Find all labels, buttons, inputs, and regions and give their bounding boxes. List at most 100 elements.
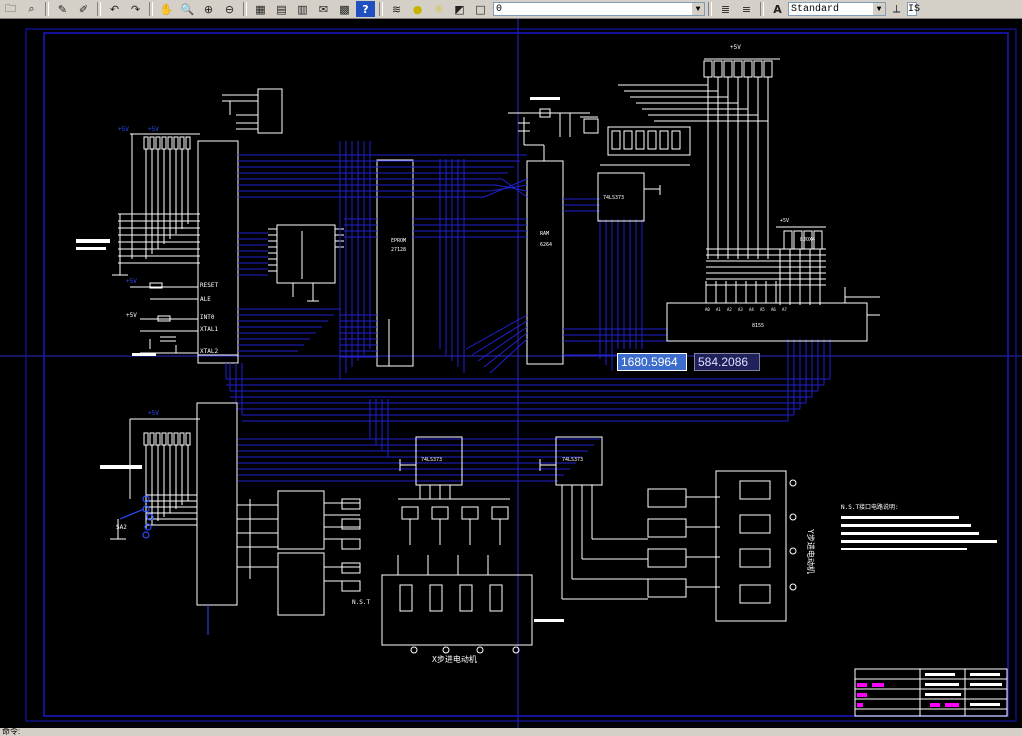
label-bar [76, 239, 110, 243]
latch-label: 74LS373 [421, 457, 442, 463]
chip-label-8155: 8155 [752, 323, 764, 329]
tool-palette-icon[interactable]: ▥ [293, 1, 312, 17]
zoom-realtime-icon[interactable]: 🔍 [178, 1, 197, 17]
layer-state-icon[interactable]: ≡ [737, 1, 756, 17]
pan-icon[interactable]: ✋ [157, 1, 176, 17]
toolbar-separator [97, 2, 101, 16]
power-label: +5V [126, 312, 137, 319]
addr-pin-label: A6 [771, 307, 776, 312]
cursor-x-readout[interactable]: 1680.5964 [617, 353, 687, 371]
chevron-down-icon[interactable]: ▼ [873, 3, 885, 15]
zoom-previous-icon[interactable]: ⊖ [220, 1, 239, 17]
text-style-value: Standard [791, 3, 840, 15]
parallel-io-chip [196, 402, 238, 606]
undo-icon[interactable]: ↶ [105, 1, 124, 17]
label-bar [530, 97, 560, 100]
zoom-window-icon[interactable]: ⊕ [199, 1, 218, 17]
latch-label: 74LS373 [562, 457, 583, 463]
addr-pin-label: A0 [705, 307, 710, 312]
schematic-drawing[interactable]: RESET ALE INT0 XTAL1 XTAL2 +5V +5V +5V +… [0, 19, 1022, 728]
cpu-pin-label: XTAL1 [200, 326, 218, 333]
eprom-label: EPROM [391, 238, 406, 244]
eraser-icon[interactable]: ✐ [74, 1, 93, 17]
inverter-chip [222, 88, 283, 134]
sa2-label: SA2 [116, 524, 127, 531]
addr-pin-label: A7 [782, 307, 787, 312]
cpu-pin-label: ALE [200, 296, 211, 303]
power-label: +5V [780, 218, 789, 224]
segment-driver-array [600, 126, 691, 166]
title-block [854, 668, 1008, 717]
ram-chip [526, 160, 564, 365]
properties-icon[interactable]: ▦ [251, 1, 270, 17]
outer-frame [25, 28, 1017, 722]
command-prompt: 命令: [2, 727, 21, 736]
label-bar [76, 247, 106, 250]
open-icon[interactable]: 🗀 [1, 1, 20, 17]
color-box-icon[interactable]: □ [471, 1, 490, 17]
y-motor-label: Y步进电动机 [806, 529, 816, 574]
layer-manager-icon[interactable]: ≋ [387, 1, 406, 17]
power-label: +5V [730, 44, 741, 51]
switch-resistor-bank [129, 418, 200, 529]
design-center-icon[interactable]: ▤ [272, 1, 291, 17]
addr-pin-label: A4 [749, 307, 754, 312]
toolbar-separator [149, 2, 153, 16]
cpu-pin-label: INT0 [200, 314, 215, 321]
power-label: +5V [148, 126, 159, 133]
standard-toolbar: 🗀 ⌕ ✎ ✐ ↶ ↷ ✋ 🔍 ⊕ ⊖ ▦ ▤ ▥ ✉ ▩ ? ≋ ● ☼ ◩ … [0, 0, 1022, 19]
layer-select-value: 0 [496, 3, 503, 15]
address-latch-pins [268, 228, 344, 302]
addr-pin-label: A5 [760, 307, 765, 312]
key-switch-matrix [112, 213, 200, 276]
sun-icon[interactable]: ☼ [429, 1, 448, 17]
eprom-model: 27128 [391, 247, 406, 253]
addr-pin-label: A3 [738, 307, 743, 312]
text-style-icon[interactable]: A [768, 1, 787, 17]
text-style-select[interactable]: Standard ▼ [788, 2, 886, 16]
addr-pin-label: A1 [716, 307, 721, 312]
label-bar [100, 465, 142, 469]
cursor-y-readout[interactable]: 584.2086 [694, 353, 760, 371]
pullup-resistor-bank [130, 133, 200, 259]
drawing-canvas[interactable]: RESET ALE INT0 XTAL1 XTAL2 +5V +5V +5V +… [0, 19, 1022, 728]
addr-pin-label: A2 [727, 307, 732, 312]
nst-label: N.S.T [352, 599, 370, 606]
cpu-pin-label: XTAL2 [200, 348, 218, 355]
toolbar-separator [45, 2, 49, 16]
x-motor-label: X步进电动机 [432, 654, 477, 664]
cpu-pin-label: RESET [200, 282, 218, 289]
chevron-down-icon[interactable]: ▼ [692, 3, 704, 15]
latch-label: 74LS373 [603, 195, 624, 201]
ram-model: 6264 [540, 242, 552, 248]
dimension-style-select[interactable]: IS [907, 2, 921, 16]
keypad-label: 8JOX4 [800, 237, 815, 243]
buffer-chips [237, 490, 361, 616]
layer-select[interactable]: 0 ▼ [493, 2, 705, 16]
layer-prev-icon[interactable]: ≣ [716, 1, 735, 17]
command-line[interactable]: 命令: [0, 728, 1022, 736]
lock-icon[interactable]: ◩ [450, 1, 469, 17]
toolbar-separator [379, 2, 383, 16]
help-icon[interactable]: ? [356, 1, 375, 17]
toolbar-separator [760, 2, 764, 16]
interface-note-lines [841, 516, 997, 550]
find-icon[interactable]: ⌕ [22, 1, 41, 17]
interface-note-title: N.S.T接口电路说明: [841, 503, 899, 511]
power-label: +5V [118, 126, 129, 133]
toolbar-separator [243, 2, 247, 16]
label-bar [534, 619, 564, 622]
power-regulator [508, 108, 599, 161]
pencil-icon[interactable]: ✎ [53, 1, 72, 17]
markup-icon[interactable]: ✉ [314, 1, 333, 17]
dimension-style-value: IS [908, 3, 921, 15]
selector-switch-sa2 [119, 495, 154, 539]
bulb-icon[interactable]: ● [408, 1, 427, 17]
redo-icon[interactable]: ↷ [126, 1, 145, 17]
power-label: +5V [126, 278, 137, 285]
label-bar [132, 353, 156, 356]
inner-frame [43, 32, 1009, 717]
calculator-icon[interactable]: ▩ [335, 1, 354, 17]
power-label: +5V [148, 410, 159, 417]
dimension-style-icon[interactable]: ⟂ [887, 1, 906, 17]
